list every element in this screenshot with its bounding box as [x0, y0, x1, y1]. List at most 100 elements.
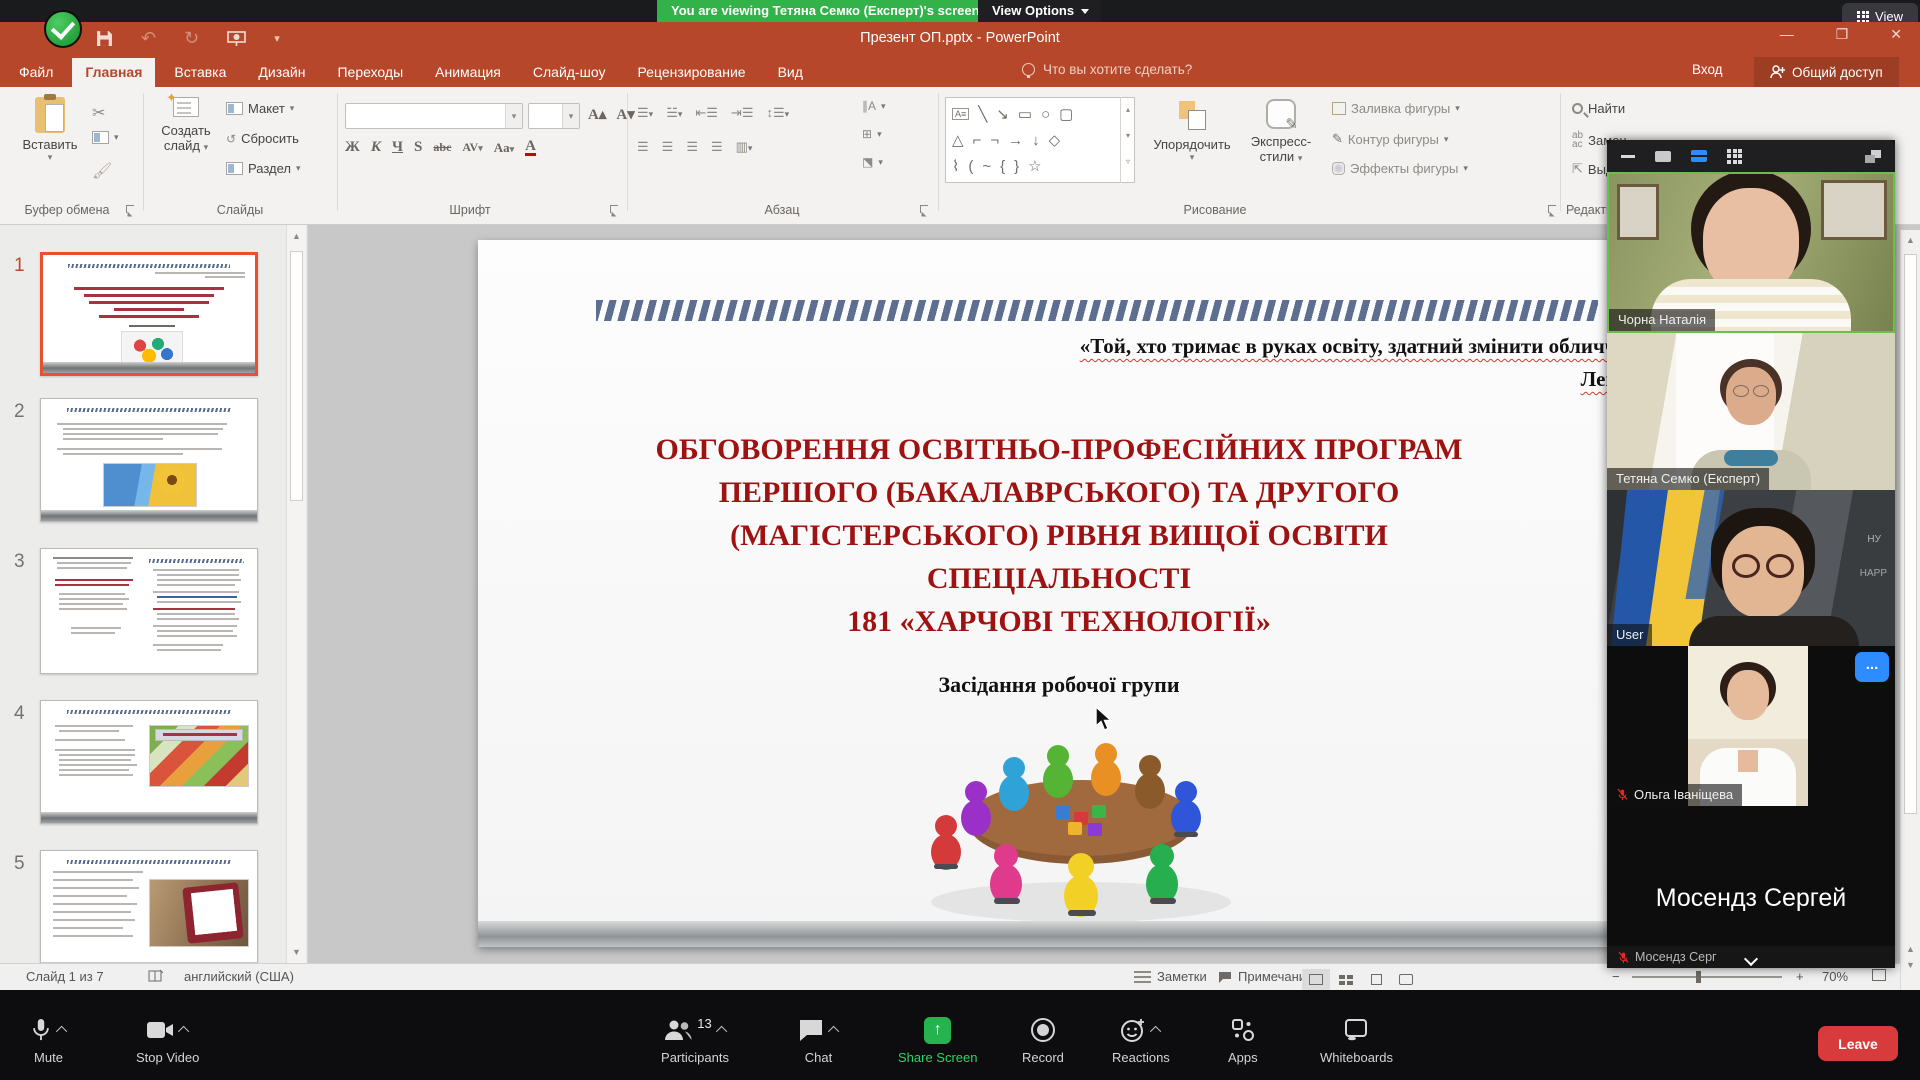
clipboard-dialog-launcher[interactable] [126, 205, 134, 213]
customize-qat-icon[interactable]: ▾ [274, 32, 280, 45]
align-center-button[interactable]: ☰ [662, 139, 674, 155]
copy-button[interactable]: ▾ [92, 131, 119, 144]
paragraph-dialog-launcher[interactable] [920, 205, 928, 213]
convert-smartart-button[interactable]: ⬔▾ [862, 155, 883, 169]
more-options-button[interactable]: ... [1855, 652, 1889, 682]
tab-insert[interactable]: Вставка [161, 58, 239, 87]
thumbnails-scrollbar[interactable]: ▲ ▼ [286, 225, 306, 963]
chevron-up-icon[interactable] [178, 1026, 189, 1037]
shape-fill-button[interactable]: Заливка фигуры▾ [1332, 101, 1460, 116]
tab-design[interactable]: Дизайн [245, 58, 318, 87]
start-slideshow-icon[interactable] [227, 31, 246, 47]
underline-button[interactable]: Ч [392, 139, 403, 156]
find-button[interactable]: Найти [1572, 101, 1625, 116]
zoom-slider[interactable] [1632, 976, 1782, 978]
fit-to-window-button[interactable] [1872, 969, 1886, 981]
cut-button[interactable]: ✂ [92, 103, 105, 123]
scroll-up-icon[interactable]: ▲ [1901, 230, 1920, 245]
shape-outline-button[interactable]: ✎Контур фигуры▾ [1332, 131, 1448, 147]
participants-button[interactable]: 13 Participants [640, 1014, 750, 1065]
drawing-dialog-launcher[interactable] [1548, 205, 1556, 213]
bold-button[interactable]: Ж [345, 139, 360, 156]
reading-view-button[interactable] [1362, 969, 1390, 990]
align-left-button[interactable]: ☰ [637, 139, 649, 155]
layout-button[interactable]: Макет▾ [226, 101, 294, 116]
scroll-down-icon[interactable]: ▼ [287, 947, 306, 957]
slide-thumbnail-3[interactable] [40, 548, 258, 674]
save-icon[interactable] [96, 30, 113, 47]
text-direction-button[interactable]: ∥A▾ [862, 99, 886, 113]
chevron-up-icon[interactable] [56, 1026, 67, 1037]
shrink-font-button[interactable]: A▾ [616, 105, 634, 124]
video-tile[interactable]: ... Ольга Іваніщева [1607, 646, 1895, 806]
slide-thumbnail-1[interactable] [40, 252, 258, 376]
view-options-button[interactable]: View Options [978, 0, 1101, 22]
tab-slideshow[interactable]: Слайд-шоу [520, 58, 619, 87]
char-spacing-button[interactable]: AV▾ [462, 140, 482, 155]
comments-toggle[interactable]: Примечания [1218, 969, 1313, 984]
slideshow-view-button[interactable] [1392, 969, 1420, 990]
language-status[interactable]: английский (США) [184, 969, 294, 984]
share-document-button[interactable]: Общий доступ [1754, 57, 1899, 87]
normal-view-button[interactable] [1302, 969, 1330, 990]
close-icon[interactable]: ✕ [1890, 26, 1902, 43]
notes-toggle[interactable]: Заметки [1134, 969, 1207, 984]
strikethrough-button[interactable]: abc [433, 140, 451, 155]
font-name-combo[interactable]: ▾ [345, 103, 523, 129]
font-color-button[interactable]: А [525, 139, 536, 156]
text-shadow-button[interactable]: S [414, 139, 422, 156]
tab-review[interactable]: Рецензирование [624, 58, 758, 87]
quick-styles-button[interactable]: Экспресс- стили ▾ [1242, 99, 1320, 164]
spellcheck-icon[interactable] [148, 969, 163, 983]
align-right-button[interactable]: ☰ [686, 139, 698, 155]
grid-view-icon[interactable] [1727, 149, 1742, 164]
zoom-in-button[interactable]: + [1796, 969, 1804, 984]
next-slide-button[interactable]: ▼ [1901, 960, 1920, 970]
stop-video-button[interactable]: Stop Video [136, 1014, 199, 1065]
zoom-out-button[interactable]: − [1612, 969, 1620, 984]
columns-button[interactable]: ▥▾ [736, 139, 753, 155]
align-text-button[interactable]: ⊞▾ [862, 127, 882, 141]
tab-view[interactable]: Вид [765, 58, 816, 87]
chat-button[interactable]: Chat [798, 1014, 839, 1065]
reactions-button[interactable]: Reactions [1112, 1014, 1170, 1065]
slide-canvas[interactable]: «Той, хто тримає в руках освіту, здатний… [478, 240, 1640, 947]
justify-button[interactable]: ☰ [711, 139, 723, 155]
scrollbar-thumb[interactable] [1904, 254, 1917, 814]
video-tile[interactable]: НУ HAPP User [1607, 490, 1895, 646]
restore-icon[interactable]: ❐ [1836, 26, 1849, 43]
reset-button[interactable]: ↺Сбросить [226, 131, 299, 146]
chevron-up-icon[interactable] [1150, 1026, 1161, 1037]
italic-button[interactable]: К [371, 139, 381, 156]
increase-indent-button[interactable]: ⇥☰ [731, 105, 754, 121]
shapes-scroll[interactable]: ▴▾▿ [1120, 97, 1135, 183]
previous-slide-button[interactable]: ▲ [1901, 944, 1920, 954]
zoom-slider-thumb[interactable] [1696, 971, 1701, 983]
grow-font-button[interactable]: A▴ [588, 105, 606, 124]
zoom-percentage[interactable]: 70% [1822, 969, 1848, 984]
tab-transitions[interactable]: Переходы [324, 58, 416, 87]
decrease-indent-button[interactable]: ⇤☰ [695, 105, 718, 121]
bullets-button[interactable]: ☰▾ [637, 105, 653, 121]
video-tile[interactable]: Мосендз Сергей [1607, 806, 1895, 946]
chevron-up-icon[interactable] [828, 1026, 839, 1037]
slide-thumbnail-5[interactable] [40, 850, 258, 963]
slide-scrollbar[interactable]: ▲ ▲ ▼ [1900, 230, 1920, 990]
scrollbar-thumb[interactable] [290, 251, 303, 501]
slide-thumbnail-2[interactable] [40, 398, 258, 522]
gallery-strip-view-icon[interactable] [1691, 150, 1707, 162]
video-tile[interactable]: Тетяна Семко (Експерт) [1607, 333, 1895, 490]
slide-sorter-button[interactable] [1332, 969, 1360, 990]
slide-thumbnail-4[interactable] [40, 700, 258, 824]
tab-home[interactable]: Главная [72, 58, 155, 87]
scroll-up-icon[interactable]: ▲ [287, 225, 306, 241]
change-case-button[interactable]: Aa▾ [494, 140, 514, 156]
tell-me-box[interactable]: Что вы хотите сделать? [1022, 62, 1192, 77]
new-slide-button[interactable]: ✦ Создать слайд ▾ [156, 97, 216, 153]
minimize-icon[interactable]: — [1780, 26, 1794, 43]
leave-button[interactable]: Leave [1818, 1026, 1898, 1061]
collapse-panel-chevron[interactable] [1744, 952, 1758, 966]
format-painter-button[interactable]: 🖌 [92, 161, 112, 181]
font-dialog-launcher[interactable] [610, 205, 618, 213]
popout-panel-icon[interactable] [1865, 150, 1881, 163]
